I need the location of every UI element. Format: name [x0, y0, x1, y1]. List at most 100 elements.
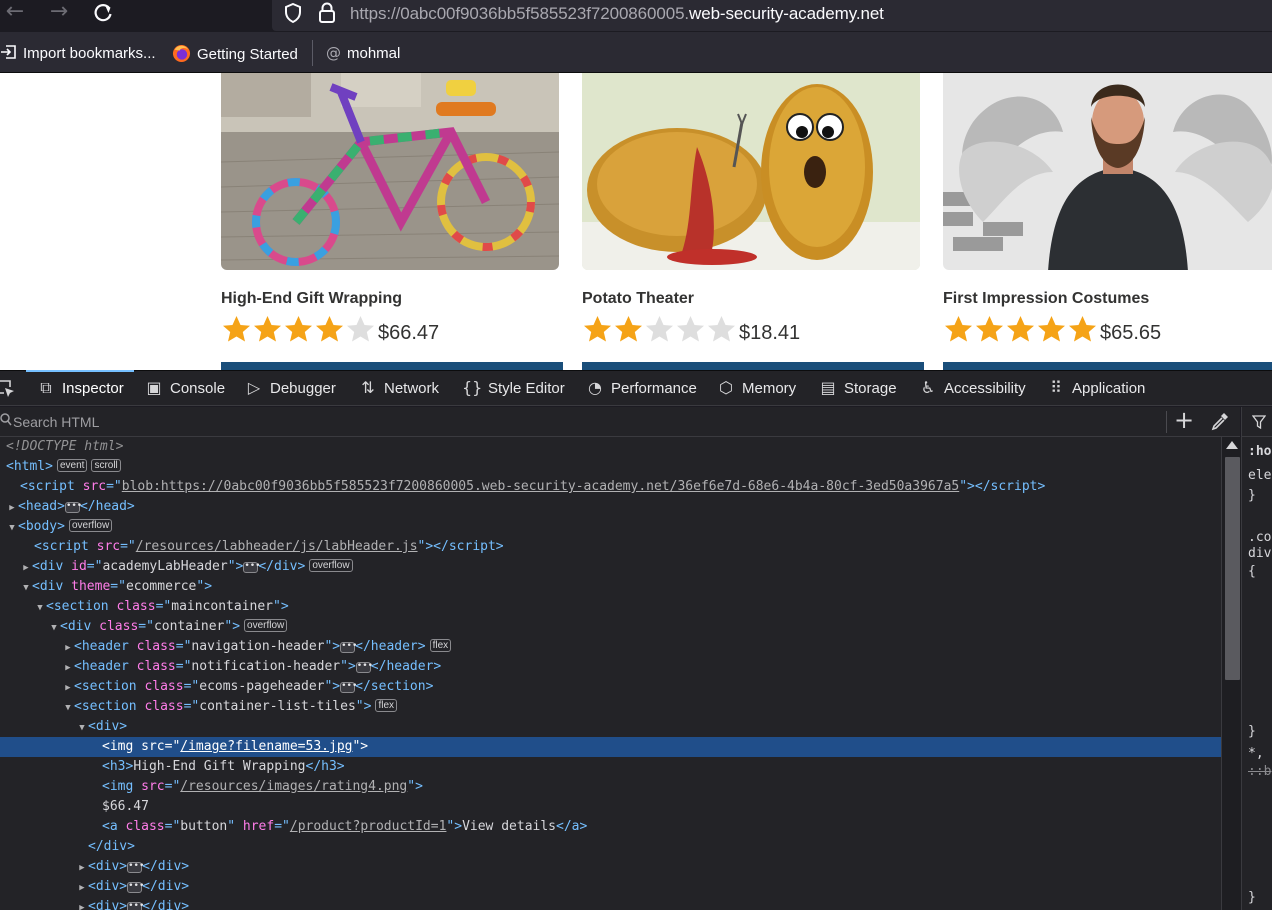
- bookmark-import[interactable]: Import bookmarks...: [0, 44, 156, 62]
- collapse-arrow-icon[interactable]: ▼: [62, 698, 74, 718]
- bookmarks-toolbar: Import bookmarks... Getting Started @ moh…: [0, 32, 1272, 73]
- product-price: $65.65: [1100, 322, 1162, 344]
- markup-node-head[interactable]: ▶ <head>•••</head>: [0, 497, 1221, 517]
- markup-node-header-nav[interactable]: ▶ <header class="navigation-header">•••</…: [0, 637, 1221, 657]
- markup-node-script[interactable]: <script src="blob:https://0abc00f9036bb5…: [0, 477, 1221, 497]
- view-details-button[interactable]: [582, 362, 924, 370]
- markup-node-section-tiles[interactable]: ▼ <section class="container-list-tiles"> f…: [0, 697, 1221, 717]
- expand-arrow-icon[interactable]: ▶: [20, 558, 32, 578]
- markup-scrollbar[interactable]: [1221, 437, 1241, 910]
- expand-arrow-icon[interactable]: ▶: [62, 638, 74, 658]
- markup-node-div[interactable]: ▼ <div>: [0, 717, 1221, 737]
- markup-node-header-notification[interactable]: ▶ <header class="notification-header">•••…: [0, 657, 1221, 677]
- tab-memory[interactable]: ⬡ Memory: [716, 371, 796, 406]
- url-text[interactable]: https://0abc00f9036bb5f585523f7200860005…: [350, 4, 884, 24]
- back-arrow-icon[interactable]: ←: [0, 0, 30, 28]
- expand-arrow-icon[interactable]: ▶: [62, 658, 74, 678]
- star-filled-icon: [1007, 316, 1034, 342]
- expand-arrow-icon[interactable]: ▶: [6, 498, 18, 518]
- markup-node-img-selected[interactable]: <img src="/image?filename=53.jpg">: [0, 737, 1221, 757]
- img-src-link[interactable]: /resources/images/rating4.png: [180, 779, 407, 794]
- href-link[interactable]: /product?productId=1: [290, 819, 447, 834]
- script-src-link[interactable]: blob:https://0abc00f9036bb5f585523f72008…: [122, 479, 959, 494]
- add-node-icon[interactable]: +: [1174, 406, 1194, 434]
- overflow-badge[interactable]: overflow: [68, 519, 113, 532]
- markup-node-div[interactable]: ▶ <div>•••</div>: [0, 897, 1221, 910]
- eyedropper-icon[interactable]: [1210, 411, 1230, 431]
- expand-arrow-icon[interactable]: ▶: [76, 858, 88, 878]
- expand-arrow-icon[interactable]: ▶: [76, 878, 88, 898]
- filter-icon[interactable]: [1252, 415, 1266, 429]
- search-html-input[interactable]: Search HTML: [13, 414, 99, 430]
- tab-console[interactable]: ▣ Console: [144, 371, 225, 406]
- product-image-potatoes[interactable]: [582, 73, 920, 270]
- collapsed-content-icon[interactable]: •••: [340, 682, 357, 693]
- expand-arrow-icon[interactable]: ▶: [62, 678, 74, 698]
- collapsed-content-icon[interactable]: •••: [340, 642, 357, 653]
- markup-node-div-theme[interactable]: ▼ <div theme="ecommerce">: [0, 577, 1221, 597]
- rule-text: ele: [1248, 468, 1272, 483]
- forward-arrow-icon[interactable]: →: [44, 0, 74, 28]
- collapsed-content-icon[interactable]: •••: [355, 662, 373, 673]
- markup-node-text-price[interactable]: $66.47: [0, 797, 1221, 817]
- tab-network[interactable]: ⇅ Network: [358, 371, 439, 406]
- expand-arrow-icon[interactable]: ▶: [76, 898, 88, 910]
- tab-performance[interactable]: ◔ Performance: [585, 371, 697, 406]
- collapsed-content-icon[interactable]: •••: [127, 862, 144, 873]
- script-src-link[interactable]: /resources/labheader/js/labHeader.js: [136, 539, 418, 554]
- overflow-badge[interactable]: overflow: [309, 559, 353, 572]
- markup-node-div-labheader[interactable]: ▶ <div id="academyLabHeader">•••</div> ove…: [0, 557, 1221, 577]
- scroll-badge[interactable]: scroll: [91, 459, 121, 472]
- product-image-costume[interactable]: [943, 73, 1272, 270]
- markup-node-div-container[interactable]: ▼ <div class="container"> overflow: [0, 617, 1221, 637]
- markup-node-div[interactable]: ▶ <div>•••</div>: [0, 857, 1221, 877]
- view-details-button[interactable]: [943, 362, 1272, 370]
- markup-node-html[interactable]: <html> event scroll: [0, 457, 1221, 477]
- collapsed-content-icon[interactable]: •••: [127, 882, 144, 893]
- tab-style-editor[interactable]: {} Style Editor: [462, 371, 565, 406]
- tracking-shield-icon[interactable]: [284, 3, 302, 23]
- markup-node-a-button[interactable]: <a class="button" href="/product?product…: [0, 817, 1221, 837]
- overflow-badge[interactable]: overflow: [244, 619, 288, 632]
- markup-node-div-close[interactable]: </div>: [0, 837, 1221, 857]
- view-details-button[interactable]: [221, 362, 563, 370]
- collapse-arrow-icon[interactable]: ▼: [76, 718, 88, 738]
- collapse-arrow-icon[interactable]: ▼: [48, 618, 60, 638]
- pseudo-class-toggle[interactable]: :hov: [1248, 443, 1272, 461]
- markup-node-doctype[interactable]: <!DOCTYPE html>: [0, 437, 1221, 457]
- collapse-arrow-icon[interactable]: ▼: [6, 518, 18, 538]
- scrollbar-thumb[interactable]: [1225, 457, 1240, 680]
- markup-node-section-pageheader[interactable]: ▶ <section class="ecoms-pageheader">•••</…: [0, 677, 1221, 697]
- collapsed-content-icon[interactable]: •••: [243, 562, 261, 573]
- collapse-arrow-icon[interactable]: ▼: [20, 578, 32, 598]
- markup-node-section-main[interactable]: ▼ <section class="maincontainer">: [0, 597, 1221, 617]
- scroll-up-arrow-icon[interactable]: [1226, 441, 1238, 449]
- markup-node-img-rating[interactable]: <img src="/resources/images/rating4.png"…: [0, 777, 1221, 797]
- flex-badge[interactable]: flex: [429, 639, 452, 652]
- markup-node-h3[interactable]: <h3>High-End Gift Wrapping</h3>: [0, 757, 1221, 777]
- collapse-arrow-icon[interactable]: ▼: [34, 598, 46, 618]
- element-picker-icon[interactable]: [0, 379, 16, 399]
- markup-node-script[interactable]: <script src="/resources/labheader/js/lab…: [0, 537, 1221, 557]
- product-tile: Potato Theater $18.41: [582, 73, 924, 370]
- markup-node-body[interactable]: ▼ <body> overflow: [0, 517, 1221, 537]
- product-image-bicycle[interactable]: [221, 73, 559, 270]
- markup-node-div[interactable]: ▶ <div>•••</div>: [0, 877, 1221, 897]
- collapsed-content-icon[interactable]: •••: [64, 502, 82, 513]
- flex-badge[interactable]: flex: [375, 699, 398, 712]
- url-domain: web-security-academy.net: [689, 4, 884, 23]
- reload-icon[interactable]: [88, 0, 118, 28]
- event-badge[interactable]: event: [56, 459, 88, 472]
- collapsed-content-icon[interactable]: •••: [127, 902, 144, 910]
- bookmark-mohmal[interactable]: @ mohmal: [326, 44, 400, 62]
- tab-accessibility[interactable]: ♿ Accessibility: [918, 371, 1026, 406]
- tab-debugger[interactable]: ▷ Debugger: [244, 371, 336, 406]
- bookmark-getting-started[interactable]: Getting Started: [172, 44, 298, 63]
- lock-icon[interactable]: [318, 2, 336, 24]
- tab-application[interactable]: ⠿ Application: [1046, 371, 1145, 406]
- img-src-link[interactable]: /image?filename=53.jpg: [180, 739, 352, 754]
- address-bar[interactable]: https://0abc00f9036bb5f585523f7200860005…: [272, 0, 1272, 31]
- rating-stars: [221, 314, 376, 344]
- tab-inspector[interactable]: ⧉ Inspector: [36, 371, 123, 406]
- tab-storage[interactable]: ▤ Storage: [818, 371, 896, 406]
